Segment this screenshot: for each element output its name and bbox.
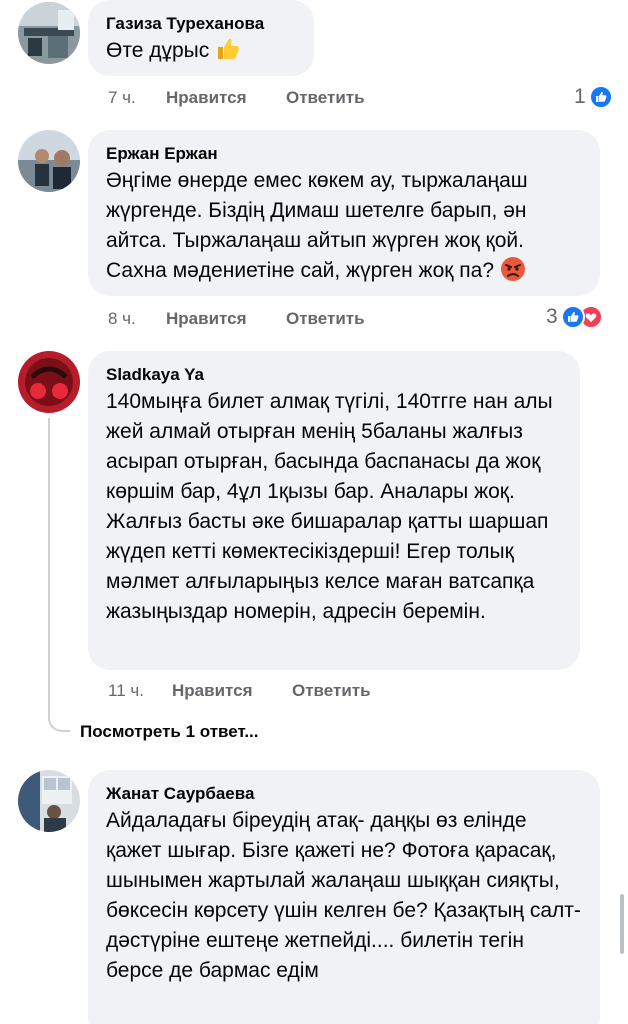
comment-body: Айдаладағы біреудің атақ- даңқы өз елінд… — [106, 809, 581, 982]
comment-bubble: Ержан Ержан Әңгіме өнерде емес көкем ау,… — [88, 130, 600, 296]
scrollbar[interactable] — [620, 894, 624, 954]
avatar[interactable] — [18, 770, 80, 832]
comment-author[interactable]: Sladkaya Ya — [106, 365, 562, 385]
angry-face-icon — [500, 256, 526, 291]
reaction-summary[interactable]: 1 — [574, 83, 613, 111]
reply-button[interactable]: Ответить — [292, 680, 371, 702]
comment-meta: 11 ч. Нравится Ответить — [108, 680, 408, 702]
comment-time[interactable]: 7 ч. — [108, 87, 136, 109]
avatar[interactable] — [18, 2, 80, 64]
like-button[interactable]: Нравится — [166, 87, 247, 109]
comment-meta: 7 ч. Нравится Ответить — [108, 87, 408, 109]
comment-body: Әңгіме өнерде емес көкем ау, тыржалаңаш … — [106, 169, 528, 282]
comment-time[interactable]: 11 ч. — [108, 680, 144, 702]
reply-thread-line — [48, 418, 70, 732]
like-button[interactable]: Нравится — [166, 308, 247, 330]
like-icon — [560, 305, 585, 329]
reply-button[interactable]: Ответить — [286, 308, 365, 330]
comment-author[interactable]: Ержан Ержан — [106, 144, 582, 164]
comment-text: Әңгіме өнерде емес көкем ау, тыржалаңаш … — [106, 166, 582, 291]
comment-bubble: Sladkaya Ya 140мыңға билет алмақ түгілі,… — [88, 351, 580, 670]
comment-bubble: Жанат Саурбаева Айдаладағы біреудің атақ… — [88, 770, 600, 1024]
comment-meta: 8 ч. Нравится Ответить — [108, 308, 408, 330]
comment-time[interactable]: 8 ч. — [108, 308, 136, 330]
comment-text: Өте дұрыс — [106, 36, 296, 71]
reaction-count: 1 — [574, 85, 586, 108]
like-button[interactable]: Нравится — [172, 680, 253, 702]
comment-body: Өте дұрыс — [106, 39, 210, 62]
reply-button[interactable]: Ответить — [286, 87, 365, 109]
avatar[interactable] — [18, 351, 80, 413]
comment-bubble: Газиза Туреханова Өте дұрыс — [88, 0, 314, 76]
view-replies-link[interactable]: Посмотреть 1 ответ... — [80, 722, 259, 742]
reaction-count: 3 — [546, 305, 558, 328]
reaction-summary[interactable]: 3 — [546, 303, 603, 331]
comment-author[interactable]: Газиза Туреханова — [106, 14, 296, 34]
like-icon — [588, 85, 613, 109]
comment-author[interactable]: Жанат Саурбаева — [106, 784, 582, 804]
thumbs-up-icon — [215, 36, 241, 71]
avatar[interactable] — [18, 130, 80, 192]
comment-body: 140мыңға билет алмақ түгілі, 140тгге нан… — [106, 390, 553, 623]
